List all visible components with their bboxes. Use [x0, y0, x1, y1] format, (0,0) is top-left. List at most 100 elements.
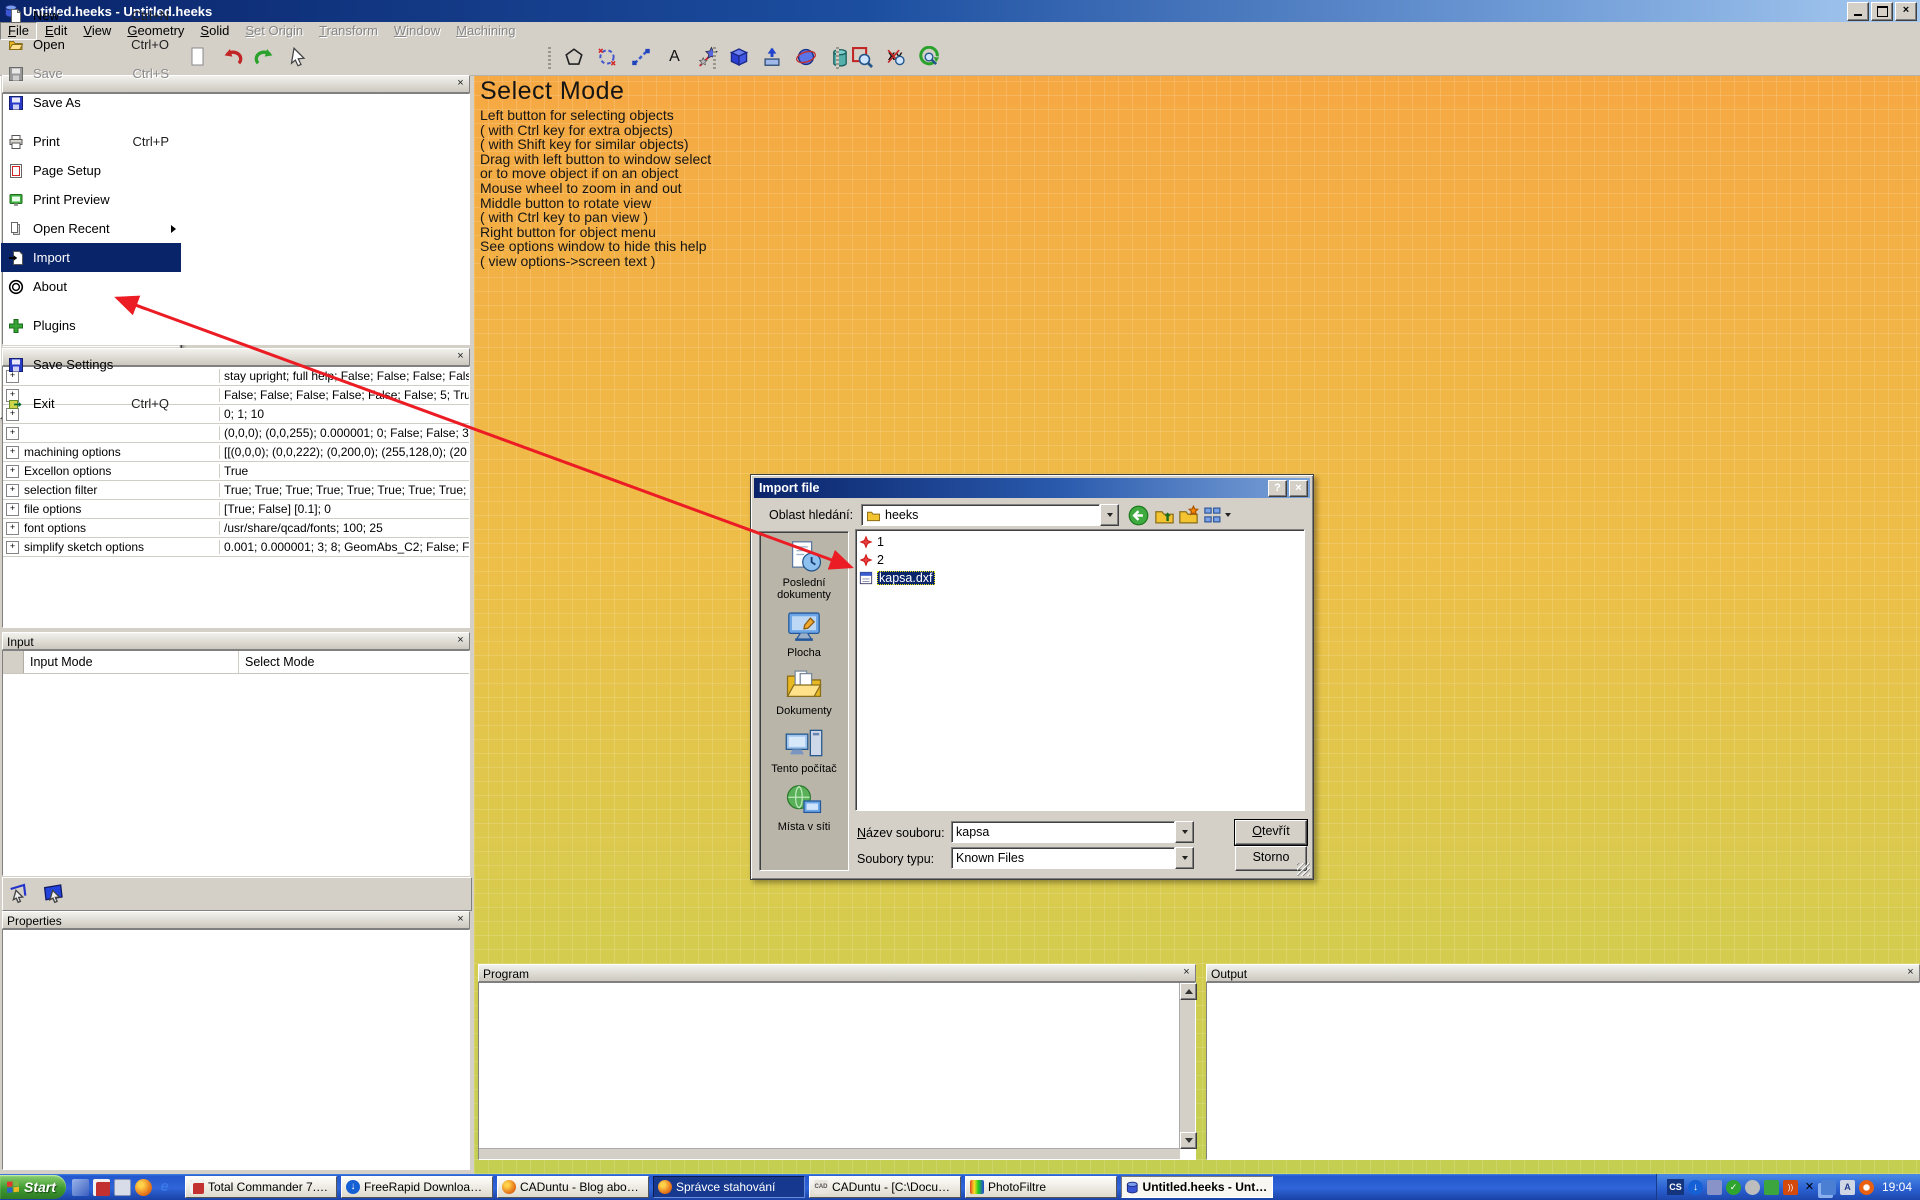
vertical-scrollbar[interactable]: [1179, 983, 1195, 1149]
language-indicator[interactable]: CS: [1667, 1179, 1684, 1195]
resize-grip[interactable]: [1297, 863, 1310, 876]
expand-icon[interactable]: [6, 484, 19, 497]
expand-icon[interactable]: [6, 541, 19, 554]
expand-icon[interactable]: [6, 465, 19, 478]
line-points-icon[interactable]: [626, 43, 656, 71]
place-network[interactable]: Místa v síti: [760, 784, 848, 833]
minimize-button[interactable]: [1847, 2, 1869, 21]
close-icon[interactable]: [1180, 967, 1193, 980]
quick-launch-firefox-icon[interactable]: [135, 1179, 152, 1196]
dropdown-icon[interactable]: [1100, 504, 1119, 526]
undo-icon[interactable]: [217, 43, 247, 71]
close-icon[interactable]: [454, 914, 467, 927]
table-row[interactable]: (0,0,0); (0,0,255); 0.000001; 0; False; …: [3, 424, 469, 443]
back-icon[interactable]: [1125, 503, 1151, 527]
select-cursor-icon[interactable]: [284, 43, 314, 71]
text-icon[interactable]: [660, 43, 690, 71]
horizontal-scrollbar[interactable]: [479, 1148, 1180, 1159]
task-button[interactable]: Total Commander 7.0 pu...: [185, 1176, 337, 1198]
file-list[interactable]: 1 2 kapsa.dxf: [855, 529, 1305, 811]
menu-window[interactable]: Window: [386, 22, 448, 40]
place-desktop[interactable]: Plocha: [760, 610, 848, 659]
task-button[interactable]: PhotoFiltre: [965, 1176, 1117, 1198]
program-panel-body[interactable]: [478, 982, 1196, 1160]
menu-set-origin[interactable]: Set Origin: [237, 22, 311, 40]
quick-launch-window-app-icon[interactable]: [114, 1179, 131, 1196]
tray-app-icon[interactable]: [1707, 1180, 1722, 1195]
menu-item-exit[interactable]: ExitCtrl+Q: [1, 389, 181, 418]
close-icon[interactable]: [454, 78, 467, 91]
sphere-icon[interactable]: [791, 43, 821, 71]
clipped-toolbar-icon[interactable]: [183, 43, 213, 71]
tray-computers-icon[interactable]: [1821, 1180, 1836, 1195]
table-row[interactable]: Excellon optionsTrue: [3, 462, 469, 481]
toolbar-grip[interactable]: [836, 45, 839, 69]
expand-icon[interactable]: [6, 503, 19, 516]
menu-item-save-as[interactable]: Save As: [1, 88, 181, 117]
menu-item-new[interactable]: NewCtrl+N: [1, 1, 181, 30]
scroll-down-icon[interactable]: [1180, 1132, 1197, 1149]
dropdown-icon[interactable]: [1175, 847, 1194, 869]
task-button[interactable]: Správce stahování: [653, 1176, 805, 1198]
expand-icon[interactable]: [6, 446, 19, 459]
input-mode-row[interactable]: Input Mode Select Mode: [3, 651, 469, 674]
view-menu-icon[interactable]: [1201, 503, 1233, 527]
table-row[interactable]: machining options[[(0,0,0); (0,0,222); (…: [3, 443, 469, 462]
menu-item-print-preview[interactable]: Print Preview: [1, 185, 181, 214]
properties-panel-body[interactable]: [2, 929, 470, 1170]
start-button[interactable]: Start: [0, 1175, 66, 1199]
place-my-computer[interactable]: Tento počítač: [760, 726, 848, 775]
help-icon[interactable]: [1268, 480, 1287, 497]
circle-points-icon[interactable]: [592, 43, 622, 71]
menu-item-open-recent[interactable]: Open Recent: [1, 214, 181, 243]
place-documents[interactable]: Dokumenty: [760, 668, 848, 717]
redo-icon[interactable]: [250, 43, 280, 71]
table-row[interactable]: font options/usr/share/qcad/fonts; 100; …: [3, 519, 469, 538]
menu-machining[interactable]: Machining: [448, 22, 523, 40]
menu-item-import[interactable]: Import: [1, 243, 181, 272]
cube-icon[interactable]: [724, 43, 754, 71]
tray-check-icon[interactable]: [1726, 1180, 1741, 1195]
close-button[interactable]: [1895, 2, 1917, 21]
table-row[interactable]: simplify sketch options0.001; 0.000001; …: [3, 538, 469, 557]
look-in-combobox[interactable]: heeks: [861, 504, 1119, 526]
open-button[interactable]: Otevřít: [1235, 820, 1307, 845]
menu-transform[interactable]: Transform: [311, 22, 386, 40]
tray-gray-icon[interactable]: [1745, 1180, 1760, 1195]
task-button[interactable]: CADuntu - [C:\Document...: [809, 1176, 961, 1198]
filename-combobox[interactable]: kapsa: [951, 821, 1194, 843]
output-panel-body[interactable]: [1206, 982, 1920, 1160]
tray-a-icon[interactable]: [1840, 1180, 1855, 1195]
expand-icon[interactable]: [6, 427, 19, 440]
toolbar-grip[interactable]: [713, 45, 716, 69]
zoom-window-icon[interactable]: [847, 43, 877, 71]
menu-item-save-settings[interactable]: Save Settings: [1, 350, 181, 379]
close-icon[interactable]: [454, 351, 467, 364]
menu-item-about[interactable]: About: [1, 272, 181, 301]
quick-launch-total-commander-icon[interactable]: [93, 1179, 110, 1196]
table-row[interactable]: file options[True; False] [0.1]; 0: [3, 500, 469, 519]
new-folder-icon[interactable]: [1175, 503, 1201, 527]
table-row[interactable]: selection filterTrue; True; True; True; …: [3, 481, 469, 500]
file-item[interactable]: 2: [859, 551, 1304, 569]
extrude-icon[interactable]: [757, 43, 787, 71]
menu-item-open[interactable]: OpenCtrl+O: [1, 30, 181, 59]
filetype-combobox[interactable]: Known Files: [951, 847, 1194, 869]
menu-item-page-setup[interactable]: Page Setup: [1, 156, 181, 185]
menu-solid[interactable]: Solid: [192, 22, 237, 40]
menu-item-save[interactable]: SaveCtrl+S: [1, 59, 181, 88]
task-button[interactable]: Untitled.heeks - Untit...: [1121, 1176, 1273, 1198]
tray-volume-icon[interactable]: [1783, 1180, 1798, 1195]
close-icon[interactable]: [1904, 967, 1917, 980]
expand-icon[interactable]: [6, 522, 19, 535]
quick-launch-internet-explorer-icon[interactable]: [156, 1179, 173, 1196]
tray-x-icon[interactable]: [1802, 1180, 1817, 1195]
file-item-selected[interactable]: kapsa.dxf: [859, 569, 1304, 587]
tray-download-icon[interactable]: [1688, 1180, 1703, 1195]
dropdown-icon[interactable]: [1175, 821, 1194, 843]
file-item[interactable]: 1: [859, 533, 1304, 551]
task-button[interactable]: CADuntu - Blog about C...: [497, 1176, 649, 1198]
rotate-view-icon[interactable]: [914, 43, 944, 71]
zoom-xy-icon[interactable]: [880, 43, 910, 71]
maximize-button[interactable]: [1871, 2, 1893, 21]
